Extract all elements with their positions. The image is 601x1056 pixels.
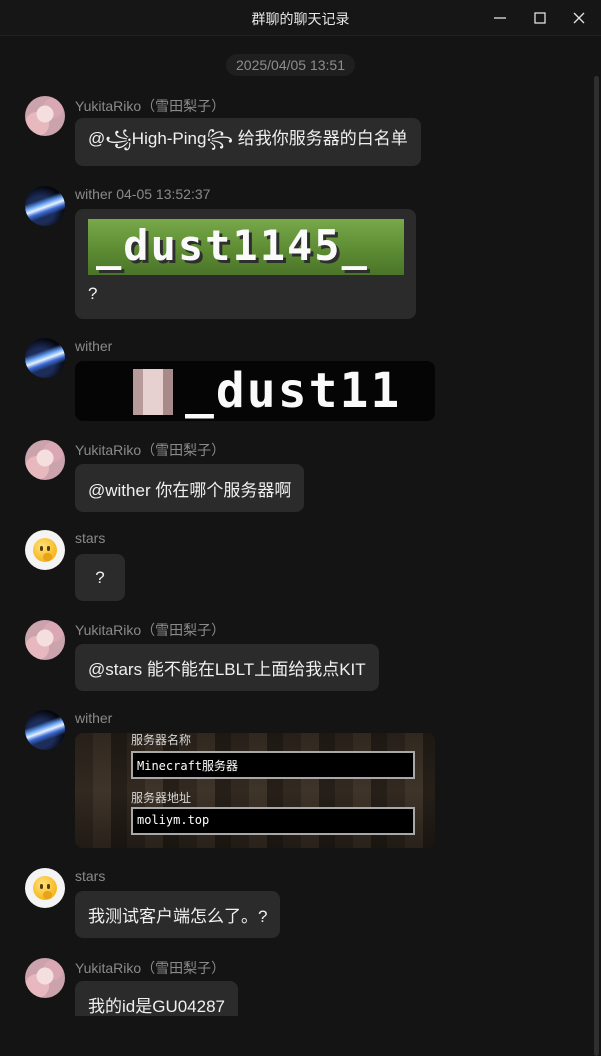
sender-name: wither 04-05 13:52:37: [75, 186, 211, 202]
message-bubble[interactable]: @꧁High-Ping꧂ 给我你服务器的白名单: [75, 118, 421, 166]
sender-name: YukitaRiko（雪田梨子）: [75, 98, 226, 114]
sender-name: YukitaRiko（雪田梨子）: [75, 960, 226, 976]
avatar[interactable]: [25, 958, 65, 998]
image-text: _dust1145_: [96, 221, 369, 270]
server-name-label: 服务器名称: [131, 733, 192, 747]
sender-name: YukitaRiko（雪田梨子）: [75, 442, 226, 458]
scrollbar[interactable]: [592, 36, 601, 1056]
avatar[interactable]: [25, 186, 65, 226]
thinking-face-icon: [33, 876, 57, 900]
image-text: _dust11: [185, 363, 402, 419]
date-divider: 2025/04/05 13:51: [226, 54, 355, 76]
title-bar: 群聊的聊天记录: [0, 0, 601, 36]
avatar[interactable]: [25, 338, 65, 378]
avatar[interactable]: [25, 710, 65, 750]
maximize-icon[interactable]: [530, 8, 550, 28]
server-name-field: Minecraft服务器: [131, 751, 415, 779]
thinking-face-icon: [33, 538, 57, 562]
avatar[interactable]: [25, 440, 65, 480]
message-text: ?: [88, 284, 98, 303]
server-address-label: 服务器地址: [131, 791, 192, 805]
avatar[interactable]: [25, 620, 65, 660]
message-bubble[interactable]: _dust1145_ ?: [75, 209, 416, 319]
message-image[interactable]: _dust1145_: [88, 219, 404, 275]
sender-name: wither: [75, 710, 113, 726]
avatar[interactable]: [25, 96, 65, 136]
window-title: 群聊的聊天记录: [251, 11, 350, 27]
sender-name: stars: [75, 530, 106, 546]
scrollbar-thumb[interactable]: [594, 76, 599, 1056]
sender-name: stars: [75, 868, 106, 884]
message-image[interactable]: 服务器名称 Minecraft服务器 服务器地址 moliym.top: [75, 733, 435, 848]
sender-name: YukitaRiko（雪田梨子）: [75, 622, 226, 638]
message-image[interactable]: _dust11: [75, 361, 435, 421]
minimize-icon[interactable]: [490, 8, 510, 28]
message-bubble[interactable]: @stars 能不能在LBLT上面给我点KIT: [75, 644, 379, 691]
player-head-icon: [133, 369, 173, 415]
avatar[interactable]: [25, 868, 65, 908]
message-bubble[interactable]: @wither 你在哪个服务器啊: [75, 464, 305, 512]
close-icon[interactable]: [569, 8, 589, 28]
avatar[interactable]: [25, 530, 65, 570]
sender-name: wither: [75, 338, 113, 354]
message-bubble[interactable]: ?: [75, 554, 125, 601]
chat-history[interactable]: 2025/04/05 13:51 YukitaRiko（雪田梨子） @꧁High…: [0, 36, 590, 1016]
server-address-field: moliym.top: [131, 807, 415, 835]
message-bubble[interactable]: 我的id是GU04287: [75, 981, 239, 1016]
message-bubble[interactable]: 我测试客户端怎么了。?: [75, 891, 281, 938]
